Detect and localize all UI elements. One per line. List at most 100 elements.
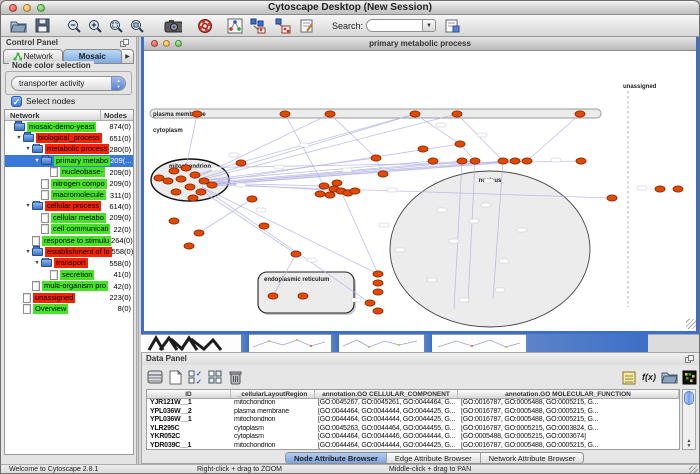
network-node[interactable] xyxy=(325,111,335,117)
zoom-in-button[interactable] xyxy=(86,17,104,35)
table-scrollbar[interactable]: ▲▼ xyxy=(682,389,696,450)
network-edge[interactable] xyxy=(341,191,378,274)
scrollbar-thumb[interactable] xyxy=(684,391,694,405)
column-header[interactable]: annotation.GO MOLECULAR_FUNCTION xyxy=(458,390,679,398)
network-node[interactable] xyxy=(259,223,269,229)
table-row[interactable]: YJR121W__1mitochondrion[GO:0045267, GO:0… xyxy=(147,399,679,408)
network-node[interactable] xyxy=(163,178,173,184)
network-node[interactable] xyxy=(236,160,246,166)
network-node[interactable] xyxy=(418,146,428,152)
disclosure-triangle[interactable]: ▼ xyxy=(24,203,32,209)
tree-row[interactable]: nucleobase-209(0) xyxy=(5,167,133,178)
network-node[interactable] xyxy=(319,183,329,189)
network-node[interactable] xyxy=(428,158,438,164)
network-selection-button[interactable] xyxy=(274,17,292,35)
network-node[interactable] xyxy=(154,175,164,181)
table-row[interactable]: YPL036W__1mitochondrion[GO:0044464, GO:0… xyxy=(147,416,679,425)
mosaic-matrix-button[interactable] xyxy=(680,368,698,386)
table-row[interactable]: YKR052Ccytoplasm[GO:0044464, GO:0044446,… xyxy=(147,433,679,442)
network-node[interactable] xyxy=(607,195,617,201)
network-node[interactable] xyxy=(457,158,467,164)
notes-button[interactable] xyxy=(620,368,638,386)
window-resize-grip[interactable] xyxy=(689,466,698,474)
unselect-attributes-button[interactable] xyxy=(206,368,224,386)
background-window-sliver[interactable] xyxy=(432,334,526,352)
network-node[interactable] xyxy=(291,251,301,257)
function-builder-button[interactable]: f(x) xyxy=(640,368,658,386)
network-node[interactable] xyxy=(365,300,375,306)
network-node[interactable] xyxy=(410,111,420,117)
network-node[interactable] xyxy=(498,158,508,164)
network-node[interactable] xyxy=(470,158,480,164)
network-node[interactable] xyxy=(373,289,383,295)
background-window-sliver[interactable] xyxy=(249,334,331,352)
table-row[interactable]: YPL036W__2plasma membrane[GO:0044464, GO… xyxy=(147,408,679,417)
network-node[interactable] xyxy=(247,196,257,202)
table-row[interactable]: YLR295Ccytoplasm[GO:0045263, GO:0044464,… xyxy=(147,425,679,434)
tree-row[interactable]: response to stimulu264(0) xyxy=(5,235,133,246)
network-edge[interactable] xyxy=(527,114,580,161)
delete-attribute-button[interactable] xyxy=(226,368,244,386)
disclosure-triangle[interactable]: ▼ xyxy=(24,249,32,255)
new-network-button[interactable] xyxy=(249,17,267,35)
disclosure-triangle[interactable]: ▼ xyxy=(15,135,23,141)
select-nodes-checkbox[interactable]: ✓ xyxy=(11,96,22,107)
tree-row[interactable]: ▼transport558(0) xyxy=(5,258,133,269)
network-node[interactable] xyxy=(575,111,585,117)
background-window-sliver[interactable] xyxy=(339,334,424,352)
column-header[interactable]: ID xyxy=(147,390,231,398)
new-attribute-button[interactable] xyxy=(166,368,184,386)
network-node[interactable] xyxy=(452,111,462,117)
table-row[interactable]: YDR039C__1mitochondrion[GO:0044464, GO:0… xyxy=(147,442,679,450)
network-node[interactable] xyxy=(522,158,532,164)
background-window-sliver[interactable] xyxy=(141,334,241,352)
network-node[interactable] xyxy=(185,184,195,190)
tree-row[interactable]: cell communicati22(0) xyxy=(5,224,133,235)
tree-row[interactable]: cellular metabo209(0) xyxy=(5,212,133,223)
network-node[interactable] xyxy=(196,189,206,195)
column-header[interactable]: _cellularLayoutRegion xyxy=(231,390,315,398)
float-panel-icon[interactable] xyxy=(120,39,130,48)
tab-network-attribute-browser[interactable]: Network Attribute Browser xyxy=(481,453,584,463)
network-resize-grip[interactable] xyxy=(686,319,696,329)
network-edge[interactable] xyxy=(202,187,378,274)
network-node[interactable] xyxy=(325,192,335,198)
disclosure-triangle[interactable]: ▼ xyxy=(33,158,41,164)
network-node[interactable] xyxy=(373,280,383,286)
tree-row[interactable]: macromolecule311(0) xyxy=(5,189,133,200)
network-node[interactable] xyxy=(169,168,179,174)
tree-row[interactable]: multi-organism pro42(0) xyxy=(5,280,133,291)
tab-node-attribute-browser[interactable]: Node Attribute Browser xyxy=(286,453,387,463)
network-node[interactable] xyxy=(194,230,204,236)
search-input[interactable] xyxy=(366,19,422,32)
network-node[interactable] xyxy=(378,171,388,177)
network-node[interactable] xyxy=(298,293,308,299)
snapshot-button[interactable] xyxy=(164,17,182,35)
node-color-dropdown[interactable]: transporter activity ▲▼ xyxy=(11,76,126,91)
more-tabs-button[interactable]: ▶ xyxy=(122,49,134,64)
select-attributes-button[interactable]: ✓✓ xyxy=(186,368,204,386)
network-node[interactable] xyxy=(207,182,217,188)
column-header[interactable]: annotation.GO CELLULAR_COMPONENT xyxy=(315,390,458,398)
tree-row[interactable]: ▼establishment of lo558(0) xyxy=(5,246,133,257)
search-dropdown-button[interactable]: ▼ xyxy=(422,19,436,32)
open-session-button[interactable] xyxy=(9,17,27,35)
network-edge[interactable] xyxy=(457,114,503,161)
network-node[interactable] xyxy=(188,195,198,201)
network-node[interactable] xyxy=(371,155,381,161)
scrollbar-arrows-icon[interactable]: ▲▼ xyxy=(683,439,695,449)
disclosure-triangle[interactable]: ▼ xyxy=(33,260,41,266)
network-node[interactable] xyxy=(169,218,179,224)
table-options-button[interactable] xyxy=(146,368,164,386)
network-node[interactable] xyxy=(315,191,325,197)
network-view-window[interactable]: primary metabolic process plasma membran… xyxy=(141,37,699,334)
network-node[interactable] xyxy=(190,172,200,178)
zoom-selected-button[interactable] xyxy=(107,17,125,35)
tree-row[interactable]: Overview8(0) xyxy=(5,303,133,314)
tab-edge-attribute-browser[interactable]: Edge Attribute Browser xyxy=(387,453,481,463)
plasma-membrane-region[interactable] xyxy=(150,109,601,118)
network-node[interactable] xyxy=(673,186,683,192)
tree-row[interactable]: ▼biological_process651(0) xyxy=(5,132,133,143)
network-node[interactable] xyxy=(655,186,665,192)
network-node[interactable] xyxy=(576,158,586,164)
